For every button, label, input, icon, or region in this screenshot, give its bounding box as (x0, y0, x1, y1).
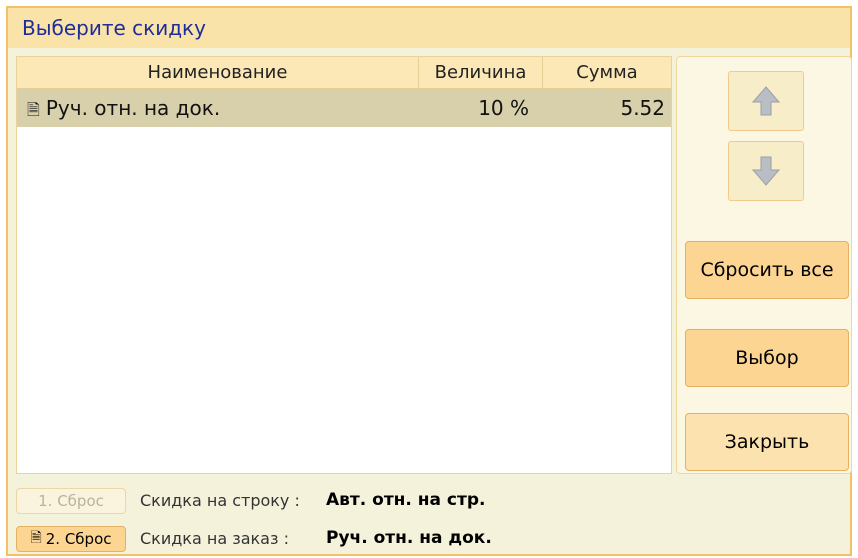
row-name-text: Руч. отн. на док. (45, 96, 221, 120)
row-value-cell: 10 % (478, 96, 529, 120)
dialog-title: Выберите скидку (22, 16, 206, 40)
document-icon: 🗎 (27, 100, 40, 119)
line-discount-label: Скидка на строку : (140, 491, 300, 510)
line-reset-button[interactable]: 1. Сброс (16, 488, 126, 514)
discount-table[interactable]: Наименование Величина Сумма 🗎 Руч. отн. н… (16, 56, 672, 474)
action-panel: Сбросить все Выбор Закрыть (676, 56, 852, 474)
select-button[interactable]: Выбор (685, 329, 849, 387)
table-row[interactable]: 🗎 Руч. отн. на док. 10 % 5.52 (17, 89, 671, 127)
title-bar: Выберите скидку (8, 8, 850, 48)
column-header-value[interactable]: Величина (419, 57, 543, 89)
close-button[interactable]: Закрыть (685, 413, 849, 471)
column-header-name[interactable]: Наименование (17, 57, 419, 89)
arrow-down-icon (751, 156, 781, 186)
order-reset-button[interactable]: 🗎 2. Сброс (16, 526, 126, 552)
row-name-cell: 🗎 Руч. отн. на док. (27, 89, 419, 127)
line-discount-row: 1. Сброс Скидка на строку : Авт. отн. на… (16, 488, 616, 518)
column-header-sum[interactable]: Сумма (543, 57, 671, 89)
scroll-down-button[interactable] (728, 141, 804, 201)
order-discount-row: 🗎 2. Сброс Скидка на заказ : Руч. отн. на… (16, 526, 616, 556)
document-icon: 🗎 (30, 530, 42, 546)
order-discount-label: Скидка на заказ : (140, 529, 289, 548)
arrow-up-icon (751, 86, 781, 116)
order-discount-value: Руч. отн. на док. (326, 528, 492, 548)
line-reset-label: 1. Сброс (38, 492, 104, 510)
reset-all-button[interactable]: Сбросить все (685, 241, 849, 299)
scroll-up-button[interactable] (728, 71, 804, 131)
line-discount-value: Авт. отн. на стр. (326, 490, 486, 510)
row-sum-cell: 5.52 (620, 96, 665, 120)
order-reset-label: 2. Сброс (45, 530, 112, 548)
discount-dialog: Выберите скидку Наименование Величина Су… (6, 6, 852, 556)
